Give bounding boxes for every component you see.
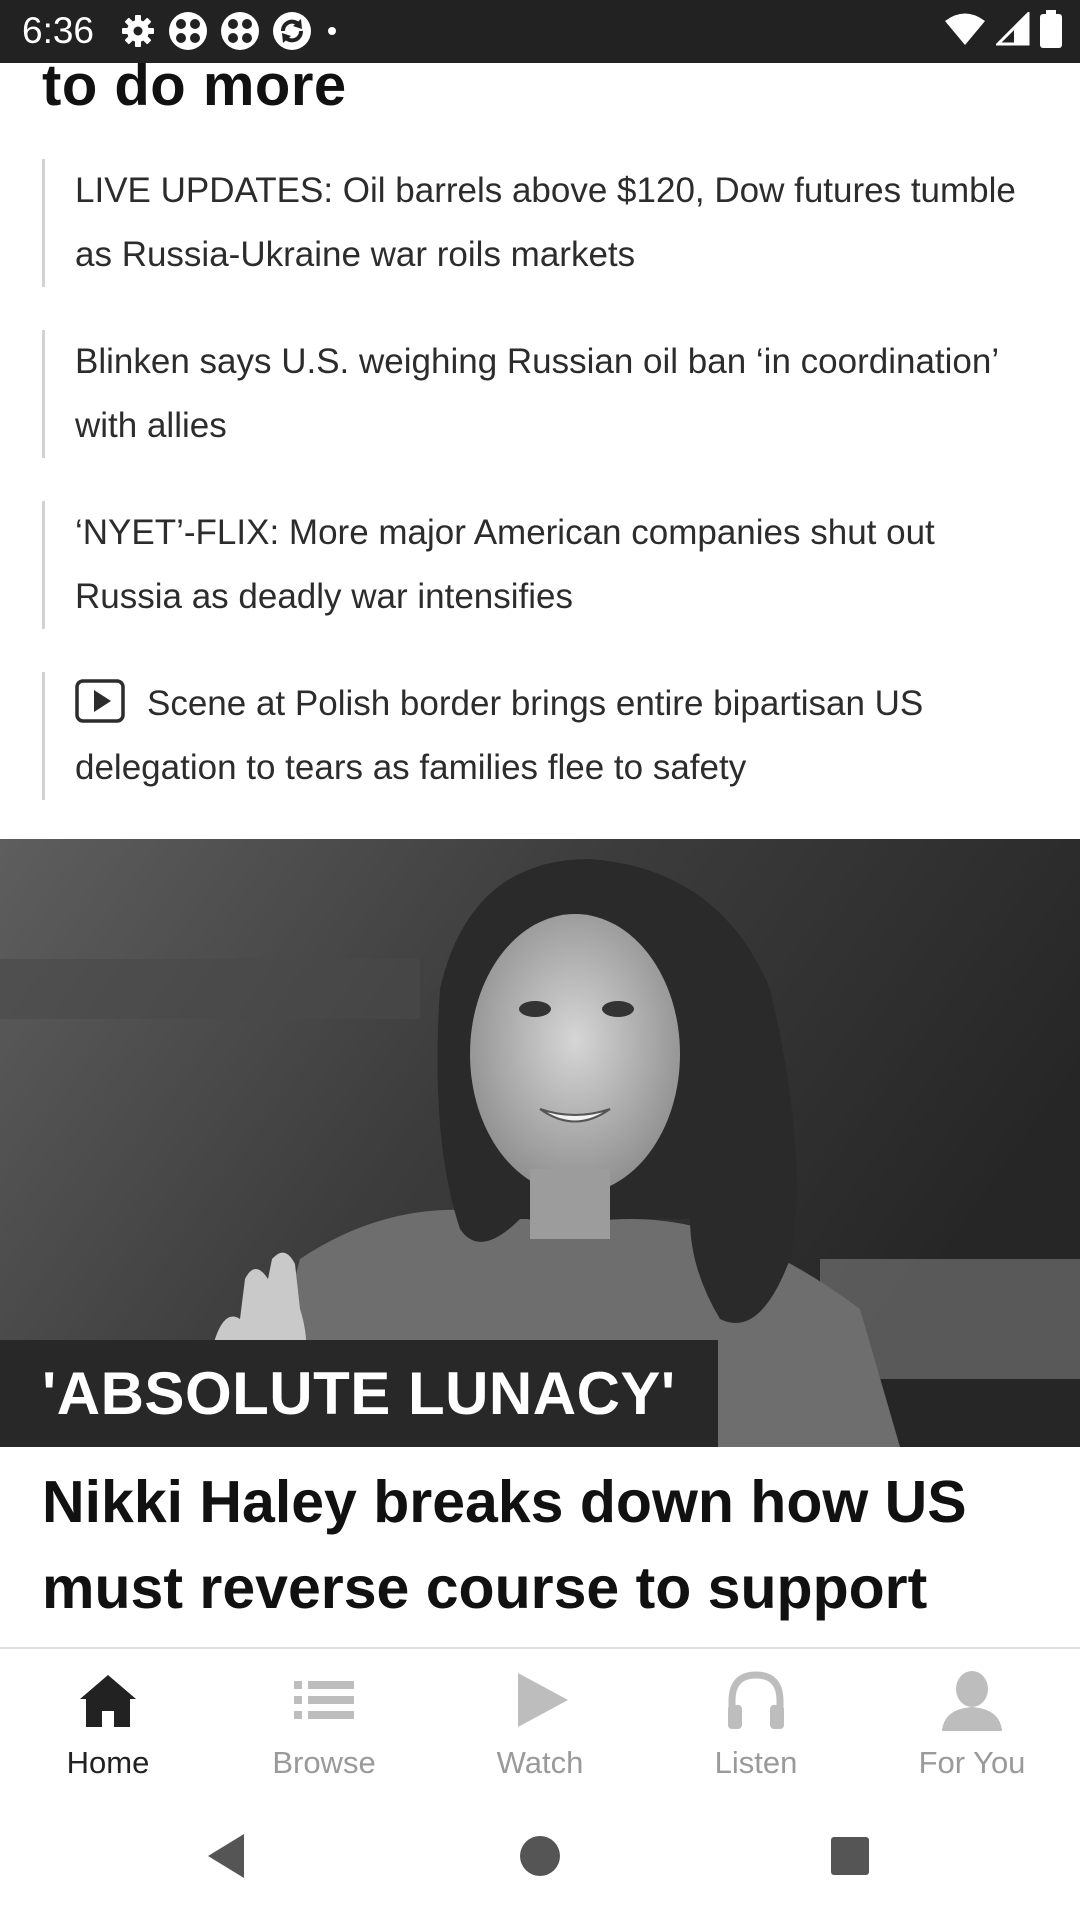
featured-story-label: 'ABSOLUTE LUNACY' xyxy=(0,1340,718,1447)
list-icon xyxy=(286,1665,362,1735)
signal-icon xyxy=(994,9,1030,51)
nav-home[interactable]: Home xyxy=(0,1649,216,1792)
nav-browse[interactable]: Browse xyxy=(216,1649,432,1792)
nav-for-you[interactable]: For You xyxy=(864,1649,1080,1792)
gear-icon xyxy=(120,13,156,49)
related-links-list: LIVE UPDATES: Oil barrels above $120, Do… xyxy=(42,159,1042,843)
sync-icon xyxy=(272,11,312,51)
nav-label: Browse xyxy=(272,1745,376,1780)
related-link[interactable]: Blinken says U.S. weighing Russian oil b… xyxy=(42,330,1042,458)
nav-watch[interactable]: Watch xyxy=(432,1649,648,1792)
nav-label: Home xyxy=(66,1745,150,1780)
play-icon xyxy=(502,1665,578,1735)
related-link-text: Scene at Polish border brings entire bip… xyxy=(75,684,924,787)
related-link-video[interactable]: Scene at Polish border brings entire bip… xyxy=(42,672,1042,800)
related-link-text: ‘NYET’-FLIX: More major American compani… xyxy=(75,513,935,616)
nav-label: Watch xyxy=(496,1745,584,1780)
video-play-icon xyxy=(75,679,125,723)
system-nav-bar xyxy=(0,1792,1080,1920)
notification-icons xyxy=(120,11,340,51)
app-grid-icon xyxy=(168,11,208,51)
nav-listen[interactable]: Listen xyxy=(648,1649,864,1792)
related-link[interactable]: LIVE UPDATES: Oil barrels above $120, Do… xyxy=(42,159,1042,287)
status-time: 6:36 xyxy=(22,10,95,51)
related-link-text: LIVE UPDATES: Oil barrels above $120, Do… xyxy=(75,171,1016,274)
recents-icon[interactable] xyxy=(820,1826,880,1886)
related-link-text: Blinken says U.S. weighing Russian oil b… xyxy=(75,342,998,445)
status-bar: 6:36 xyxy=(0,0,1080,63)
nav-label: Listen xyxy=(714,1745,798,1780)
wifi-icon xyxy=(944,12,986,51)
featured-story-image[interactable]: 'ABSOLUTE LUNACY' xyxy=(0,839,1080,1447)
bottom-nav: Home Browse Watch Listen For You xyxy=(0,1647,1080,1792)
system-status-icons xyxy=(944,9,1062,53)
featured-story-headline[interactable]: Nikki Haley breaks down how US must reve… xyxy=(42,1459,1042,1631)
nav-label: For You xyxy=(918,1745,1026,1780)
battery-icon xyxy=(1040,9,1062,53)
related-link[interactable]: ‘NYET’-FLIX: More major American compani… xyxy=(42,501,1042,629)
dot-icon xyxy=(324,23,340,39)
person-icon xyxy=(934,1665,1010,1735)
home-icon xyxy=(70,1665,146,1735)
headphones-icon xyxy=(718,1665,794,1735)
back-icon[interactable] xyxy=(196,1826,256,1886)
home-circle-icon[interactable] xyxy=(510,1826,570,1886)
app-grid-icon xyxy=(220,11,260,51)
previous-headline[interactable]: to do more xyxy=(42,63,347,121)
article-feed[interactable]: to do more LIVE UPDATES: Oil barrels abo… xyxy=(0,63,1080,1647)
